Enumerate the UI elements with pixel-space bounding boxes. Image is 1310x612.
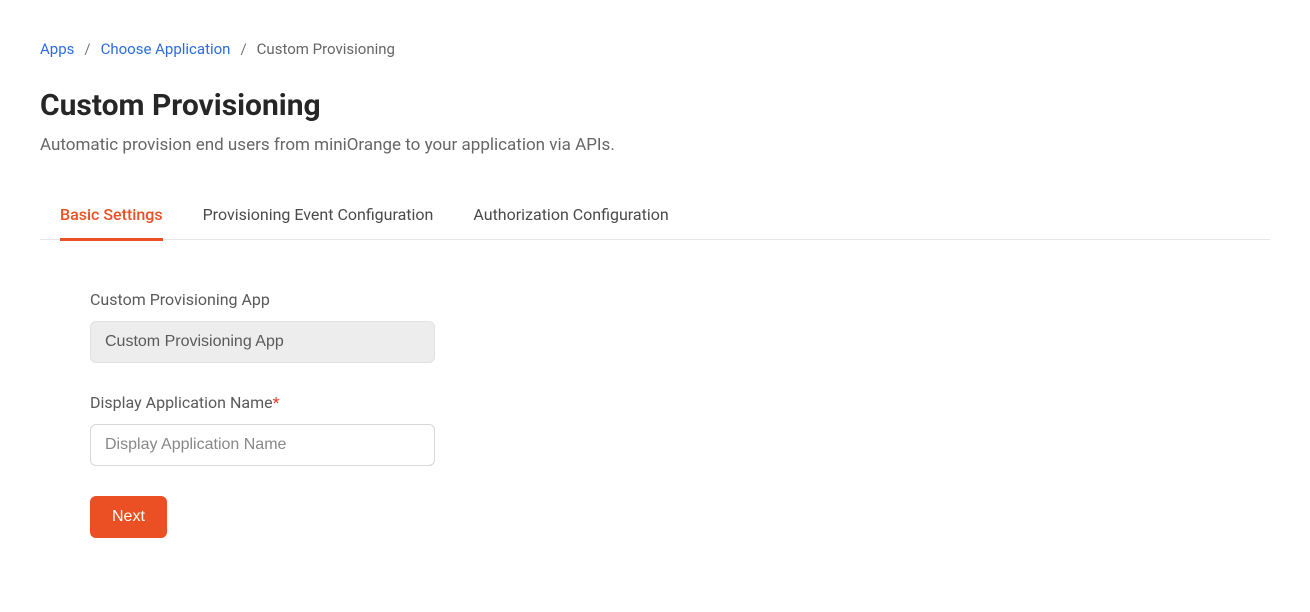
label-app-type: Custom Provisioning App (90, 290, 1270, 309)
tabs: Basic Settings Provisioning Event Config… (40, 195, 1270, 240)
breadcrumb-link-choose-application[interactable]: Choose Application (101, 40, 231, 58)
form-group-display-name: Display Application Name* (90, 393, 1270, 466)
next-button[interactable]: Next (90, 496, 167, 538)
tab-provisioning-event-configuration[interactable]: Provisioning Event Configuration (203, 195, 434, 241)
breadcrumb-link-apps[interactable]: Apps (40, 40, 74, 58)
page-title: Custom Provisioning (40, 88, 1270, 123)
breadcrumb: Apps / Choose Application / Custom Provi… (40, 40, 1270, 58)
label-display-name-text: Display Application Name (90, 393, 273, 412)
required-asterisk: * (273, 393, 280, 412)
input-app-type (90, 321, 435, 363)
form-group-app-type: Custom Provisioning App (90, 290, 1270, 363)
label-display-name: Display Application Name* (90, 393, 1270, 412)
tab-authorization-configuration[interactable]: Authorization Configuration (473, 195, 668, 241)
breadcrumb-separator: / (240, 40, 246, 58)
breadcrumb-current: Custom Provisioning (257, 40, 395, 58)
breadcrumb-separator: / (84, 40, 90, 58)
form-section: Custom Provisioning App Display Applicat… (40, 290, 1270, 538)
input-display-name[interactable] (90, 424, 435, 466)
tab-basic-settings[interactable]: Basic Settings (60, 195, 163, 241)
page-subtitle: Automatic provision end users from miniO… (40, 135, 1270, 155)
